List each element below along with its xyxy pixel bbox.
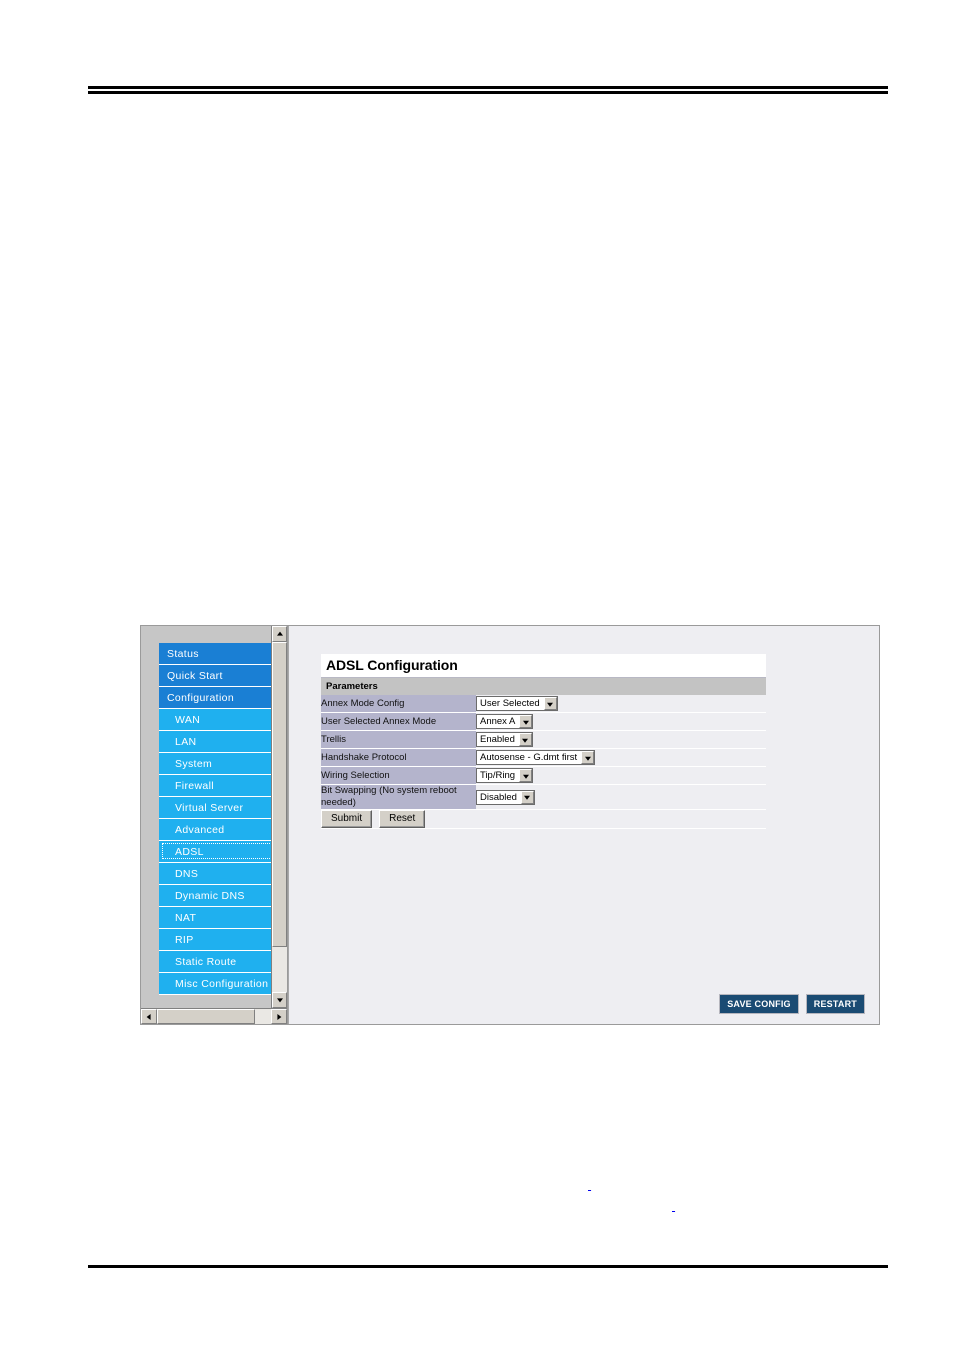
sidebar-item-firewall[interactable]: Firewall [159,775,271,797]
sidebar-item-dns[interactable]: DNS [159,863,271,885]
sidebar-item-label: DNS [175,868,199,880]
vertical-scroll-thumb[interactable] [272,642,287,947]
vertical-scroll-track[interactable] [272,642,287,992]
save-config-button[interactable]: SAVE CONFIG [719,994,799,1014]
sidebar-item-label: WAN [175,714,201,726]
dropdown-annex-mode-config[interactable]: User Selected [476,696,558,711]
form-actions-cell: Submit Reset [321,809,766,829]
sidebar-item-status[interactable]: Status [159,643,271,665]
sidebar-item-configuration[interactable]: Configuration [159,687,271,709]
page-footer-rule [88,1265,888,1268]
sidebar-item-label: NAT [175,912,197,924]
sidebar-item-label: Firewall [175,780,214,792]
sidebar-item-dynamic-dns[interactable]: Dynamic DNS [159,885,271,907]
nav-horizontal-scrollbar[interactable] [141,1008,287,1024]
content-frame: ADSL Configuration Parameters Annex Mode… [288,626,879,1024]
sidebar-item-label: Advanced [175,824,225,836]
table-row: Handshake Protocol Autosense - G.dmt firs… [321,748,766,767]
dropdown-trellis[interactable]: Enabled [476,732,533,747]
table-row: Trellis Enabled [321,730,766,749]
form-actions-row: Submit Reset [321,809,766,829]
nav-scroll-area: Status Quick Start Configuration WAN LAN Syst… [141,626,287,1008]
footer-link-secondary[interactable] [672,1201,789,1214]
sidebar-item-advanced[interactable]: Advanced [159,819,271,841]
sidebar-item-label: Misc Configuration [175,978,269,990]
navigation-frame: Status Quick Start Configuration WAN LAN Syst… [141,626,288,1024]
submit-button[interactable]: Submit [321,810,373,828]
table-row: Wiring Selection Tip/Ring [321,766,766,785]
dropdown-selected-value: User Selected [480,698,540,709]
sidebar-item-adsl[interactable]: ADSL [159,841,271,863]
parameter-value-cell: Enabled [476,730,766,749]
sidebar-item-label: LAN [175,736,197,748]
sidebar-item-label: ADSL [175,846,204,858]
dropdown-selected-value: Disabled [480,791,517,803]
table-row: Bit Swapping (No system reboot needed) Di… [321,784,766,810]
nav-vertical-scrollbar[interactable] [271,626,287,1008]
sidebar-item-system[interactable]: System [159,753,271,775]
dropdown-wiring-selection[interactable]: Tip/Ring [476,768,534,783]
dropdown-user-selected-annex-mode[interactable]: Annex A [476,714,534,729]
sidebar-item-label: System [175,758,213,770]
sidebar-item-label: Configuration [167,692,235,704]
sidebar-menu: Status Quick Start Configuration WAN LAN Syst… [159,643,271,995]
page-title: ADSL Configuration [321,654,766,678]
table-row: Annex Mode Config User Selected [321,695,766,713]
sidebar-item-lan[interactable]: LAN [159,731,271,753]
parameters-section-header: Parameters [321,678,766,695]
restart-button[interactable]: RESTART [805,994,865,1014]
chevron-down-icon[interactable] [543,697,557,710]
dropdown-handshake-protocol[interactable]: Autosense - G.dmt first [476,750,596,765]
scroll-down-arrow-icon[interactable] [272,992,287,1008]
dropdown-selected-value: Autosense - G.dmt first [480,752,578,763]
sidebar-item-virtual-server[interactable]: Virtual Server [159,797,271,819]
parameter-label: User Selected Annex Mode [321,712,476,731]
sidebar-item-quick-start[interactable]: Quick Start [159,665,271,687]
sidebar-item-misc-configuration[interactable]: Misc Configuration [159,973,271,995]
parameter-label: Annex Mode Config [321,695,476,713]
horizontal-scroll-thumb[interactable] [157,1009,256,1024]
parameter-value-cell: Annex A [476,712,766,731]
chevron-down-icon[interactable] [518,733,532,746]
scroll-right-arrow-icon[interactable] [271,1009,287,1024]
parameter-value-cell: User Selected [476,695,766,713]
parameter-label: Bit Swapping (No system reboot needed) [321,784,476,810]
scroll-up-arrow-icon[interactable] [272,626,287,642]
sidebar-item-label: Static Route [175,956,237,968]
chevron-down-icon[interactable] [581,751,595,764]
parameter-label: Trellis [321,730,476,749]
chevron-down-icon[interactable] [519,715,533,728]
footer-link-primary[interactable] [588,1180,705,1193]
parameter-value-cell: Autosense - G.dmt first [476,748,766,767]
sidebar-item-static-route[interactable]: Static Route [159,951,271,973]
parameter-label: Wiring Selection [321,766,476,785]
sidebar-item-label: Quick Start [167,670,223,682]
sidebar-item-nat[interactable]: NAT [159,907,271,929]
page-header-rule [88,86,888,94]
router-admin-window: Status Quick Start Configuration WAN LAN Syst… [140,625,880,1025]
action-bar: SAVE CONFIG RESTART [719,994,865,1014]
dropdown-selected-value: Tip/Ring [480,770,516,781]
nav-list-viewport: Status Quick Start Configuration WAN LAN Syst… [141,626,271,1008]
parameter-label: Handshake Protocol [321,748,476,767]
table-row: User Selected Annex Mode Annex A [321,712,766,731]
horizontal-scroll-track[interactable] [157,1009,271,1024]
sidebar-item-wan[interactable]: WAN [159,709,271,731]
dropdown-selected-value: Enabled [480,734,515,745]
chevron-down-icon[interactable] [520,790,534,804]
dropdown-bit-swapping-no-system-reboot-needed-[interactable]: Disabled [476,789,535,805]
parameters-table: Annex Mode Config User Selected User Selec… [321,695,766,829]
sidebar-item-label: Virtual Server [175,802,244,814]
chevron-down-icon[interactable] [519,769,533,782]
scroll-left-arrow-icon[interactable] [141,1009,157,1024]
sidebar-item-rip[interactable]: RIP [159,929,271,951]
sidebar-item-label: RIP [175,934,194,946]
dropdown-selected-value: Annex A [480,716,516,727]
sidebar-item-label: Status [167,648,199,660]
adsl-configuration-panel: ADSL Configuration Parameters Annex Mode… [321,654,766,829]
sidebar-item-label: Dynamic DNS [175,890,245,902]
parameter-value-cell: Disabled [476,784,766,810]
parameter-value-cell: Tip/Ring [476,766,766,785]
reset-button[interactable]: Reset [379,810,426,828]
